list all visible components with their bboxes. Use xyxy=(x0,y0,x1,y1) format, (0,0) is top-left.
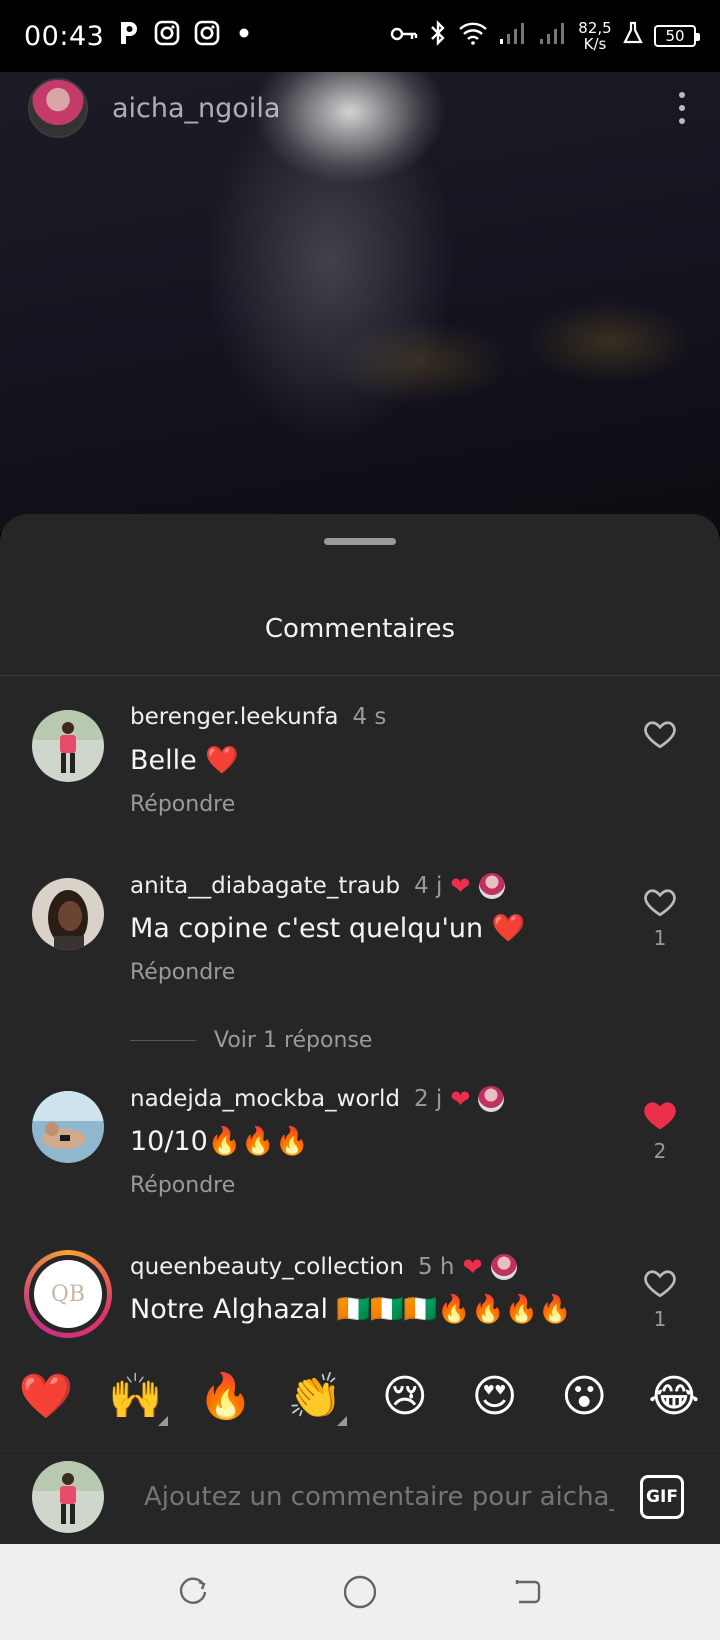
key-icon xyxy=(390,21,418,51)
sheet-title: Commentaires xyxy=(264,614,456,644)
owner-username[interactable]: aicha_ngoila xyxy=(112,93,280,124)
heart-outline-icon[interactable] xyxy=(642,884,678,920)
emoji-reaction-bar: ❤️ 🙌 🔥 👏 😢 😍 😮 😂 xyxy=(0,1368,720,1426)
comment-header: berenger.leekunfa 4 s xyxy=(130,704,386,730)
drag-handle[interactable] xyxy=(324,538,396,545)
view-replies-button[interactable]: Voir 1 réponse xyxy=(130,1028,372,1053)
lab-icon xyxy=(622,21,644,52)
status-time: 00:43 xyxy=(24,20,105,52)
emoji-heart-button[interactable]: ❤️ xyxy=(16,1368,76,1426)
heart-outline-icon[interactable] xyxy=(642,716,678,752)
system-navigation-bar xyxy=(0,1544,720,1640)
comment-username[interactable]: nadejda_mockba_world xyxy=(130,1086,400,1112)
comment-time: 2 j xyxy=(413,1086,443,1112)
svg-text:QB: QB xyxy=(51,1282,85,1307)
comment-username[interactable]: queenbeauty_collection xyxy=(130,1254,404,1280)
author-avatar-mini xyxy=(478,1086,505,1112)
instagram-icon xyxy=(154,20,180,53)
reply-button[interactable]: Répondre xyxy=(130,792,235,817)
view-replies-label: Voir 1 réponse xyxy=(214,1028,373,1053)
dot-icon xyxy=(234,20,254,53)
heart-filled-icon[interactable] xyxy=(642,1097,678,1133)
back-button[interactable] xyxy=(497,1562,557,1622)
battery-icon: 50 xyxy=(654,25,700,47)
reply-button[interactable]: Répondre xyxy=(130,960,235,985)
heart-outline-icon[interactable] xyxy=(642,1265,678,1301)
comment-username[interactable]: anita__diabagate_traub xyxy=(130,873,400,899)
emoji-clap-button[interactable]: 👏 xyxy=(285,1368,348,1426)
emoji-crying-button[interactable]: 😢 xyxy=(375,1368,435,1426)
like-count: 2 xyxy=(653,1139,667,1163)
author-liked-heart-icon: ❤ xyxy=(450,872,471,900)
emoji-heart-eyes-button[interactable]: 😍 xyxy=(465,1368,525,1426)
owner-avatar[interactable] xyxy=(28,78,88,138)
emoji-raised-hands-button[interactable]: 🙌 xyxy=(106,1368,168,1426)
comment-header: anita__diabagate_traub 4 j ❤ xyxy=(130,872,505,900)
signal-icon xyxy=(538,21,568,52)
comment-composer: GIF xyxy=(0,1450,720,1544)
status-bar: 00:43 82,5 K/s 50 xyxy=(0,0,720,72)
commenter-avatar[interactable] xyxy=(32,878,104,950)
comment-header: queenbeauty_collection 5 h ❤ xyxy=(130,1253,517,1281)
emoji-surprised-button[interactable]: 😮 xyxy=(554,1368,614,1426)
commenter-avatar[interactable] xyxy=(32,1091,104,1163)
comment-text: Ma copine c'est quelqu'un ❤️ xyxy=(130,913,526,944)
more-options-icon[interactable] xyxy=(672,88,692,128)
like-count: 1 xyxy=(653,926,667,950)
reply-button[interactable]: Répondre xyxy=(130,1173,235,1198)
comment-time: 4 j xyxy=(414,873,443,899)
reply-thread-line xyxy=(130,1040,196,1041)
comment-username[interactable]: berenger.leekunfa xyxy=(130,704,338,730)
current-user-avatar xyxy=(32,1461,104,1533)
signal-icon xyxy=(498,21,528,52)
emoji-fire-button[interactable]: 🔥 xyxy=(195,1368,255,1426)
reel-video[interactable] xyxy=(0,72,720,532)
commenter-avatar-story-ring[interactable]: QB xyxy=(24,1250,112,1338)
reel-header: aicha_ngoila xyxy=(28,76,692,140)
network-speed: 82,5 K/s xyxy=(578,20,612,52)
comment-header: nadejda_mockba_world 2 j ❤ xyxy=(130,1085,505,1113)
wifi-icon xyxy=(458,21,488,52)
comment-time: 4 s xyxy=(352,704,387,730)
author-avatar-mini xyxy=(490,1254,517,1280)
emoji-laughing-button[interactable]: 😂 xyxy=(644,1368,704,1426)
recent-apps-button[interactable] xyxy=(163,1562,223,1622)
comment-text: Belle ❤️ xyxy=(130,745,239,776)
instagram-icon xyxy=(194,20,220,53)
author-liked-heart-icon: ❤ xyxy=(450,1085,471,1113)
bluetooth-icon xyxy=(428,19,448,53)
home-button[interactable] xyxy=(330,1562,390,1622)
comment-text: 10/10🔥🔥🔥 xyxy=(130,1126,309,1157)
comment-time: 5 h xyxy=(417,1254,455,1280)
author-liked-heart-icon: ❤ xyxy=(462,1253,483,1281)
comment-input[interactable] xyxy=(144,1477,614,1517)
p-icon xyxy=(118,20,140,53)
like-count: 1 xyxy=(653,1307,667,1331)
gif-button[interactable]: GIF xyxy=(640,1475,684,1519)
comment-text: Notre Alghazal 🇨🇮🇨🇮🇨🇮🔥🔥🔥🔥 xyxy=(130,1294,572,1325)
network-speed-unit: K/s xyxy=(583,35,607,53)
divider xyxy=(0,675,720,676)
author-avatar-mini xyxy=(478,873,505,899)
commenter-avatar[interactable] xyxy=(32,710,104,782)
